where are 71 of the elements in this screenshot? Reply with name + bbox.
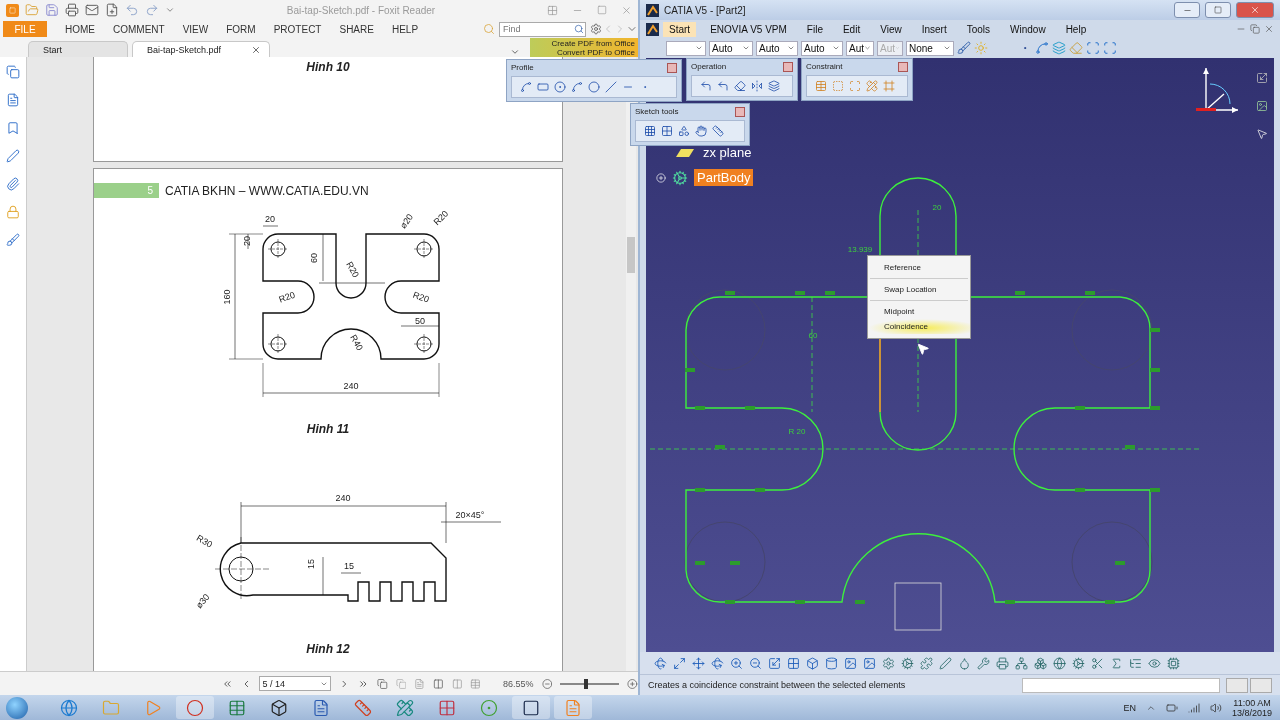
window-title: Bai-tap-Sketch.pdf - Foxit Reader [285,4,437,16]
dimension-label: 50 [415,316,425,326]
menu-item[interactable]: Help [1059,21,1093,37]
dimension-label: 240 [335,493,351,503]
dimension-label: R20 [344,259,361,280]
dimension-label: ø30 [193,591,212,611]
menu-item[interactable]: Midpoint [868,304,970,319]
menu-item[interactable]: Window [1004,21,1052,37]
toolbar-title: Constraint [806,62,843,71]
ribbon-tab[interactable]: HELP [391,23,419,35]
toolbar-title: Operation [691,62,727,71]
clock-time: 11:00 AM [1233,697,1271,708]
dimension-label: 13.939 [847,245,873,254]
dimension-label: R20 [411,289,431,305]
toolbar-title: Sketch tools [635,107,679,116]
menu-item[interactable]: File [800,21,829,37]
figure-caption: Hinh 12 [306,641,350,657]
promo-text: Create PDF from Office [551,38,635,48]
zoom-level: 86.55% [503,678,534,689]
ribbon-tab[interactable]: VIEW [182,23,209,35]
tree-item[interactable]: zx plane [700,144,755,161]
window-title: CATIA V5 - [Part2] [664,4,747,16]
clock-date: 13/8/2019 [1231,707,1272,718]
page-header: CATIA BKHN – WWW.CATIA.EDU.VN [165,183,369,198]
toolbar-dropdown[interactable]: Auto [709,40,753,56]
find-field[interactable]: Find [499,21,586,37]
ribbon-tab[interactable]: SHARE [339,23,374,35]
menu-item[interactable]: Swap Location [868,282,970,297]
promo-text: Convert PDF to Office [556,47,635,57]
ribbon-tab[interactable]: COMMENT [113,23,165,35]
dimension-label: 20 [265,214,275,224]
dimension-label: 15 [306,559,316,569]
menu-item[interactable]: Edit [836,21,867,37]
menu-item[interactable]: Insert [915,21,953,37]
toolbar-dropdown[interactable]: None [906,40,954,56]
figure-caption: Hinh 10 [306,59,350,75]
menu-item[interactable]: Reference [868,260,970,275]
dimension-label: R 20 [788,427,806,436]
menu-item[interactable]: View [874,21,908,37]
toolbar-dropdown[interactable]: Aut [846,40,874,56]
document-tab[interactable]: Bai-tap-Sketch.pdf [132,41,271,57]
status-text: Creates a coincidence constraint between the selected elements [648,680,907,690]
section-number: 5 [94,183,159,198]
page-field[interactable]: 5 / 14 [259,676,332,691]
ribbon-tab[interactable]: HOME [65,23,95,35]
menu-item[interactable]: ENOVIA V5 VPM [704,21,793,37]
toolbar-title: Profile [511,63,534,72]
toolbar-dropdown[interactable]: Auto [801,40,843,56]
dimension-label: 20×45° [455,510,485,520]
language-indicator[interactable]: EN [1123,702,1136,713]
menu-item[interactable]: Start [663,21,697,37]
dimension-label: R20 [431,208,451,228]
dimension-label: R40 [348,332,365,353]
dimension-label: ø20 [398,212,416,231]
dimension-label: R20 [277,289,297,305]
dimension-label: 20 [932,203,942,212]
figure-caption: Hinh 11 [306,421,350,437]
dimension-label: 160 [222,289,232,305]
toolbar-dropdown[interactable]: Auto [756,40,798,56]
menu-item[interactable]: Tools [960,21,997,37]
ribbon-tab[interactable]: FORM [226,23,256,35]
dimension-label: R30 [194,532,215,550]
menu-item[interactable]: Coincidence [868,319,970,334]
dimension-label: 240 [343,381,359,391]
document-tab[interactable]: Start [28,41,128,57]
promo-banner[interactable]: Create PDF from Office Convert PDF to Office [530,38,638,57]
dimension-label: 15 [344,561,354,571]
dimension-label: 60 [808,331,818,340]
ribbon-tab[interactable]: PROTECT [273,23,322,35]
dimension-label: 20 [242,236,252,246]
dimension-label: 60 [309,253,319,263]
